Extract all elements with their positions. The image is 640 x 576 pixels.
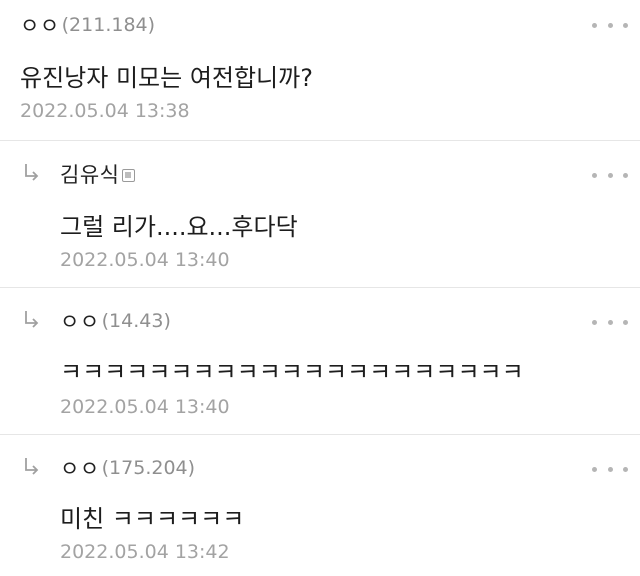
comment-header: ㅇㅇ (14.43)	[60, 306, 171, 336]
member-badge-icon	[122, 168, 136, 182]
reply-arrow-icon	[22, 161, 44, 185]
comment-header: 김유식	[60, 159, 136, 189]
comment-author[interactable]: 김유식	[60, 159, 119, 189]
comment-ip: (14.43)	[101, 310, 171, 332]
comment-timestamp: 2022.05.04 13:40	[60, 396, 230, 418]
more-options-icon[interactable]	[592, 459, 628, 479]
comment-thread: ㅇㅇ (211.184) 유진낭자 미모는 여전합니까? 2022.05.04 …	[0, 0, 640, 576]
comment-text: 유진낭자 미모는 여전합니까?	[20, 64, 313, 92]
comment-author[interactable]: ㅇㅇ	[60, 306, 100, 336]
comment-item: ㅇㅇ (211.184) 유진낭자 미모는 여전합니까? 2022.05.04 …	[0, 0, 640, 140]
comment-author[interactable]: ㅇㅇ	[60, 453, 100, 483]
comment-timestamp: 2022.05.04 13:42	[60, 541, 230, 563]
more-options-icon[interactable]	[592, 165, 628, 185]
comment-ip: (211.184)	[61, 14, 156, 36]
comment-text: 미친 ㅋㅋㅋㅋㅋㅋ	[60, 505, 245, 533]
reply-arrow-icon	[22, 308, 44, 332]
comment-author[interactable]: ㅇㅇ	[20, 10, 60, 40]
comment-timestamp: 2022.05.04 13:40	[60, 249, 230, 271]
comment-timestamp: 2022.05.04 13:38	[20, 100, 190, 122]
more-options-icon[interactable]	[592, 15, 628, 35]
comment-ip: (175.204)	[101, 457, 196, 479]
comment-text: 그럴 리가....요...후다닥	[60, 213, 298, 241]
reply-item: 김유식 그럴 리가....요...후다닥 2022.05.04 13:40	[0, 141, 640, 286]
reply-arrow-icon	[22, 455, 44, 479]
more-options-icon[interactable]	[592, 312, 628, 332]
comment-header: ㅇㅇ (175.204)	[60, 453, 195, 483]
reply-item: ㅇㅇ (175.204) 미친 ㅋㅋㅋㅋㅋㅋ 2022.05.04 13:42	[0, 435, 640, 576]
comment-header: ㅇㅇ (211.184)	[20, 10, 155, 40]
comment-text: ㅋㅋㅋㅋㅋㅋㅋㅋㅋㅋㅋㅋㅋㅋㅋㅋㅋㅋㅋㅋㅋ	[60, 358, 524, 386]
reply-item: ㅇㅇ (14.43) ㅋㅋㅋㅋㅋㅋㅋㅋㅋㅋㅋㅋㅋㅋㅋㅋㅋㅋㅋㅋㅋ 2022.05…	[0, 288, 640, 433]
